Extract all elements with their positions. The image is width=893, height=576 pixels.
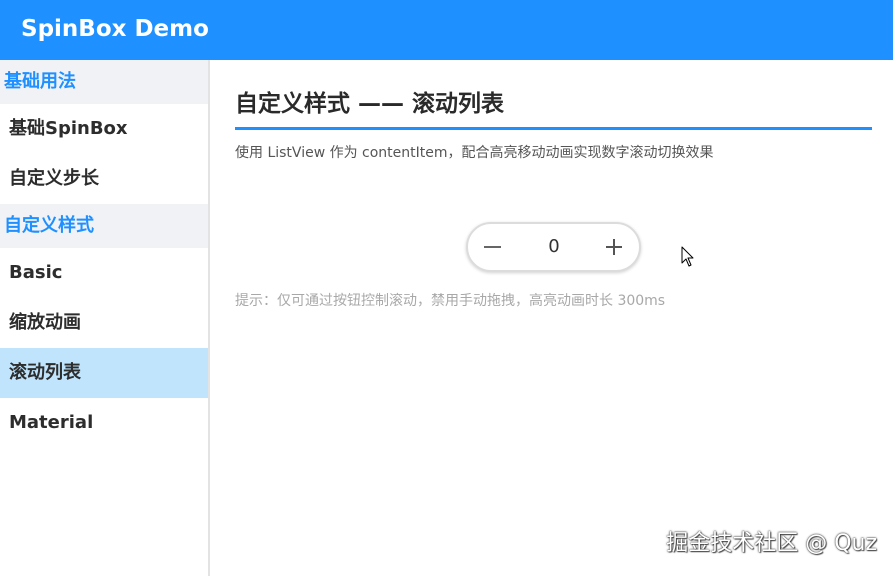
sidebar-divider xyxy=(208,60,210,576)
sidebar-group-label: 自定义样式 xyxy=(4,215,94,236)
spinbox[interactable]: 0 xyxy=(466,222,641,272)
spinbox-value: 0 xyxy=(548,236,560,257)
plus-icon xyxy=(606,239,622,255)
sidebar-item-basic-spinbox[interactable]: 基础SpinBox xyxy=(0,104,208,154)
sidebar: 基础用法 基础SpinBox 自定义步长 自定义样式 Basic 缩放动画 滚动… xyxy=(0,60,208,576)
mouse-cursor-icon xyxy=(681,246,694,267)
app-window: SpinBox Demo 基础用法 基础SpinBox 自定义步长 自定义样式 … xyxy=(0,0,893,576)
sidebar-item-material[interactable]: Material xyxy=(0,398,208,448)
sidebar-item-basic[interactable]: Basic xyxy=(0,248,208,298)
sidebar-item-label: 缩放动画 xyxy=(9,312,81,333)
increment-button[interactable] xyxy=(595,228,633,266)
sidebar-item-label: Basic xyxy=(9,262,63,283)
app-header: SpinBox Demo xyxy=(0,0,893,60)
sidebar-group-basic-usage: 基础用法 xyxy=(0,60,208,104)
sidebar-item-custom-step[interactable]: 自定义步长 xyxy=(0,154,208,204)
sidebar-group-label: 基础用法 xyxy=(4,71,76,92)
page-description: 使用 ListView 作为 contentItem，配合高亮移动动画实现数字滚… xyxy=(235,145,714,161)
sidebar-group-custom-style: 自定义样式 xyxy=(0,204,208,248)
sidebar-item-scroll-list[interactable]: 滚动列表 xyxy=(0,348,208,398)
sidebar-item-label: 滚动列表 xyxy=(9,362,81,383)
app-title: SpinBox Demo xyxy=(21,16,209,42)
hint-text: 提示：仅可通过按钮控制滚动，禁用手动拖拽，高亮动画时长 300ms xyxy=(235,293,666,309)
sidebar-item-label: Material xyxy=(9,412,94,433)
title-underline xyxy=(235,127,872,130)
sidebar-item-label: 自定义步长 xyxy=(9,168,99,189)
decrement-button[interactable] xyxy=(474,228,512,266)
sidebar-item-scale-animation[interactable]: 缩放动画 xyxy=(0,298,208,348)
minus-icon xyxy=(484,246,501,248)
page-title: 自定义样式 —— 滚动列表 xyxy=(235,91,505,117)
sidebar-item-label: 基础SpinBox xyxy=(9,118,128,139)
watermark: 掘金技术社区 @ Quz xyxy=(666,531,877,556)
